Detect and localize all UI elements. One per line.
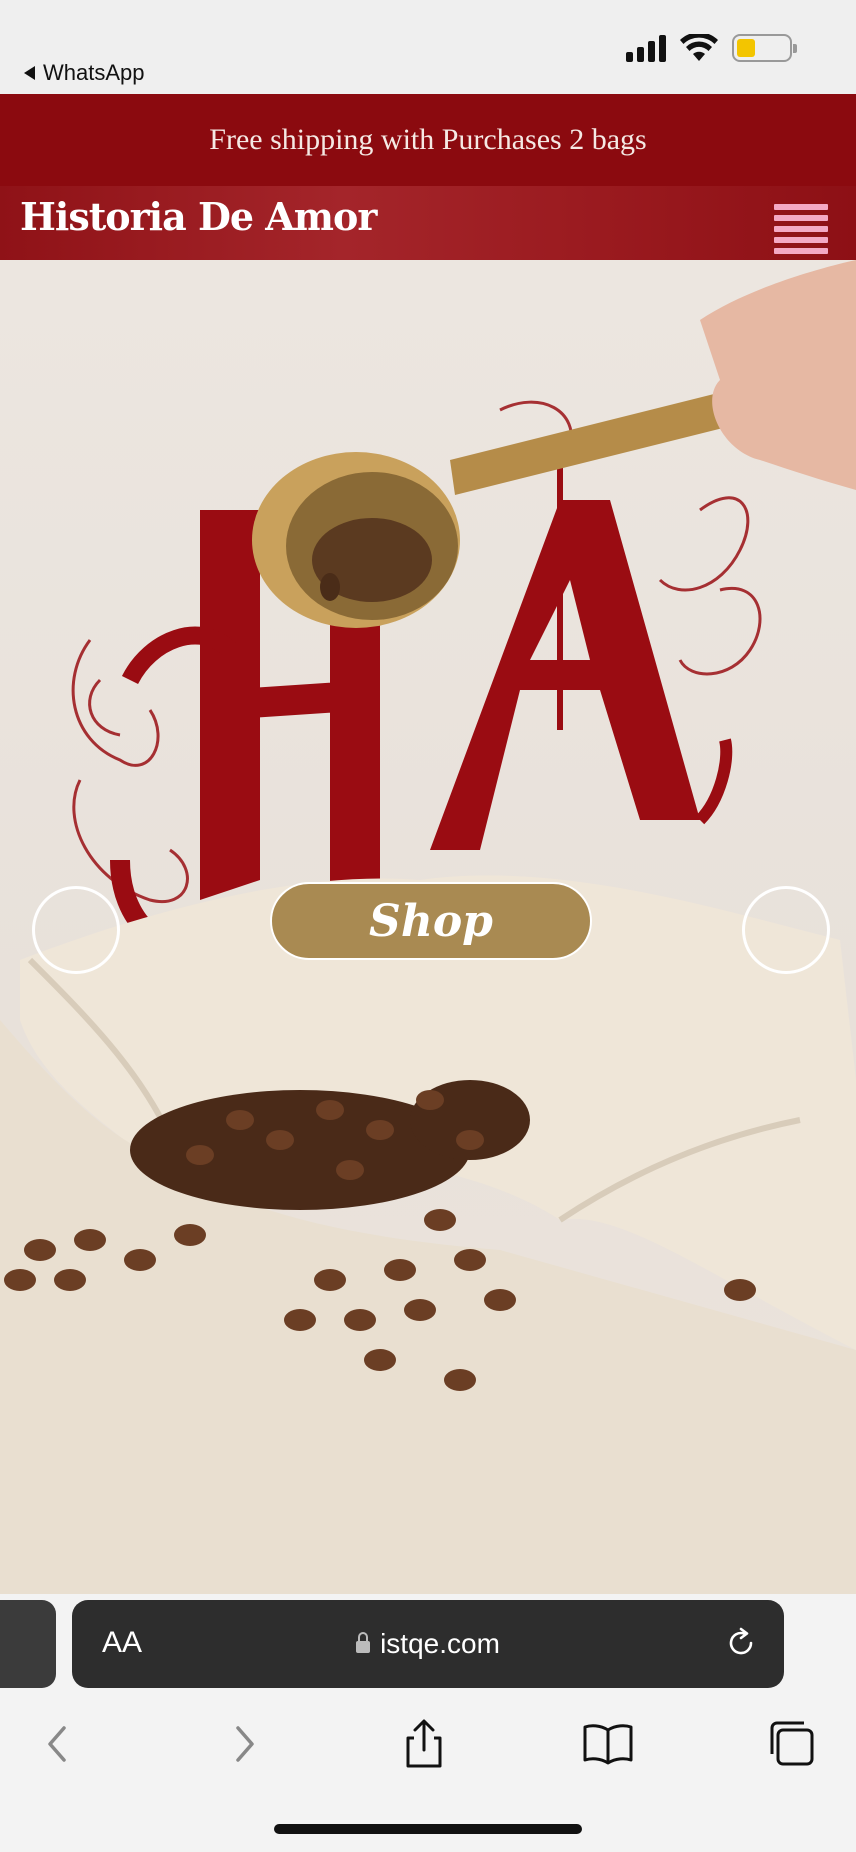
hero-slideshow: Shop [0,260,856,1594]
wifi-icon [680,34,718,61]
home-indicator [274,1824,582,1834]
shop-button[interactable]: Shop [270,882,592,960]
share-icon[interactable] [394,1714,454,1774]
carousel-prev-button[interactable] [32,886,120,974]
tabs-icon[interactable] [762,1714,822,1774]
back-app-label: WhatsApp [43,60,145,85]
address-bar[interactable]: AA istqe.com [72,1600,784,1688]
hamburger-icon [774,204,828,210]
back-to-app-link[interactable]: WhatsApp [24,60,145,86]
back-triangle-icon [24,66,35,80]
url-display[interactable]: istqe.com [72,1628,784,1660]
previous-tab-peek[interactable] [0,1600,56,1688]
status-icons [626,34,797,62]
browser-toolbar [0,1704,856,1804]
url-text: istqe.com [380,1628,500,1659]
site-logo[interactable]: Historia De Amor [20,194,377,239]
browser-chrome: AA istqe.com [0,1594,856,1852]
promo-text: Free shipping with Purchases 2 bags [209,123,647,156]
reload-icon[interactable] [724,1626,758,1660]
forward-icon[interactable] [214,1714,274,1774]
promo-banner: Free shipping with Purchases 2 bags [0,94,856,186]
hamburger-menu-button[interactable] [774,204,828,254]
monogram-a [430,500,700,850]
site-header: Historia De Amor [0,186,856,260]
lock-icon [356,1632,371,1653]
battery-icon [732,34,797,62]
bookmarks-icon[interactable] [578,1714,638,1774]
carousel-next-button[interactable] [742,886,830,974]
back-icon[interactable] [28,1714,88,1774]
signal-icon [626,34,666,62]
status-bar: WhatsApp [0,0,856,94]
